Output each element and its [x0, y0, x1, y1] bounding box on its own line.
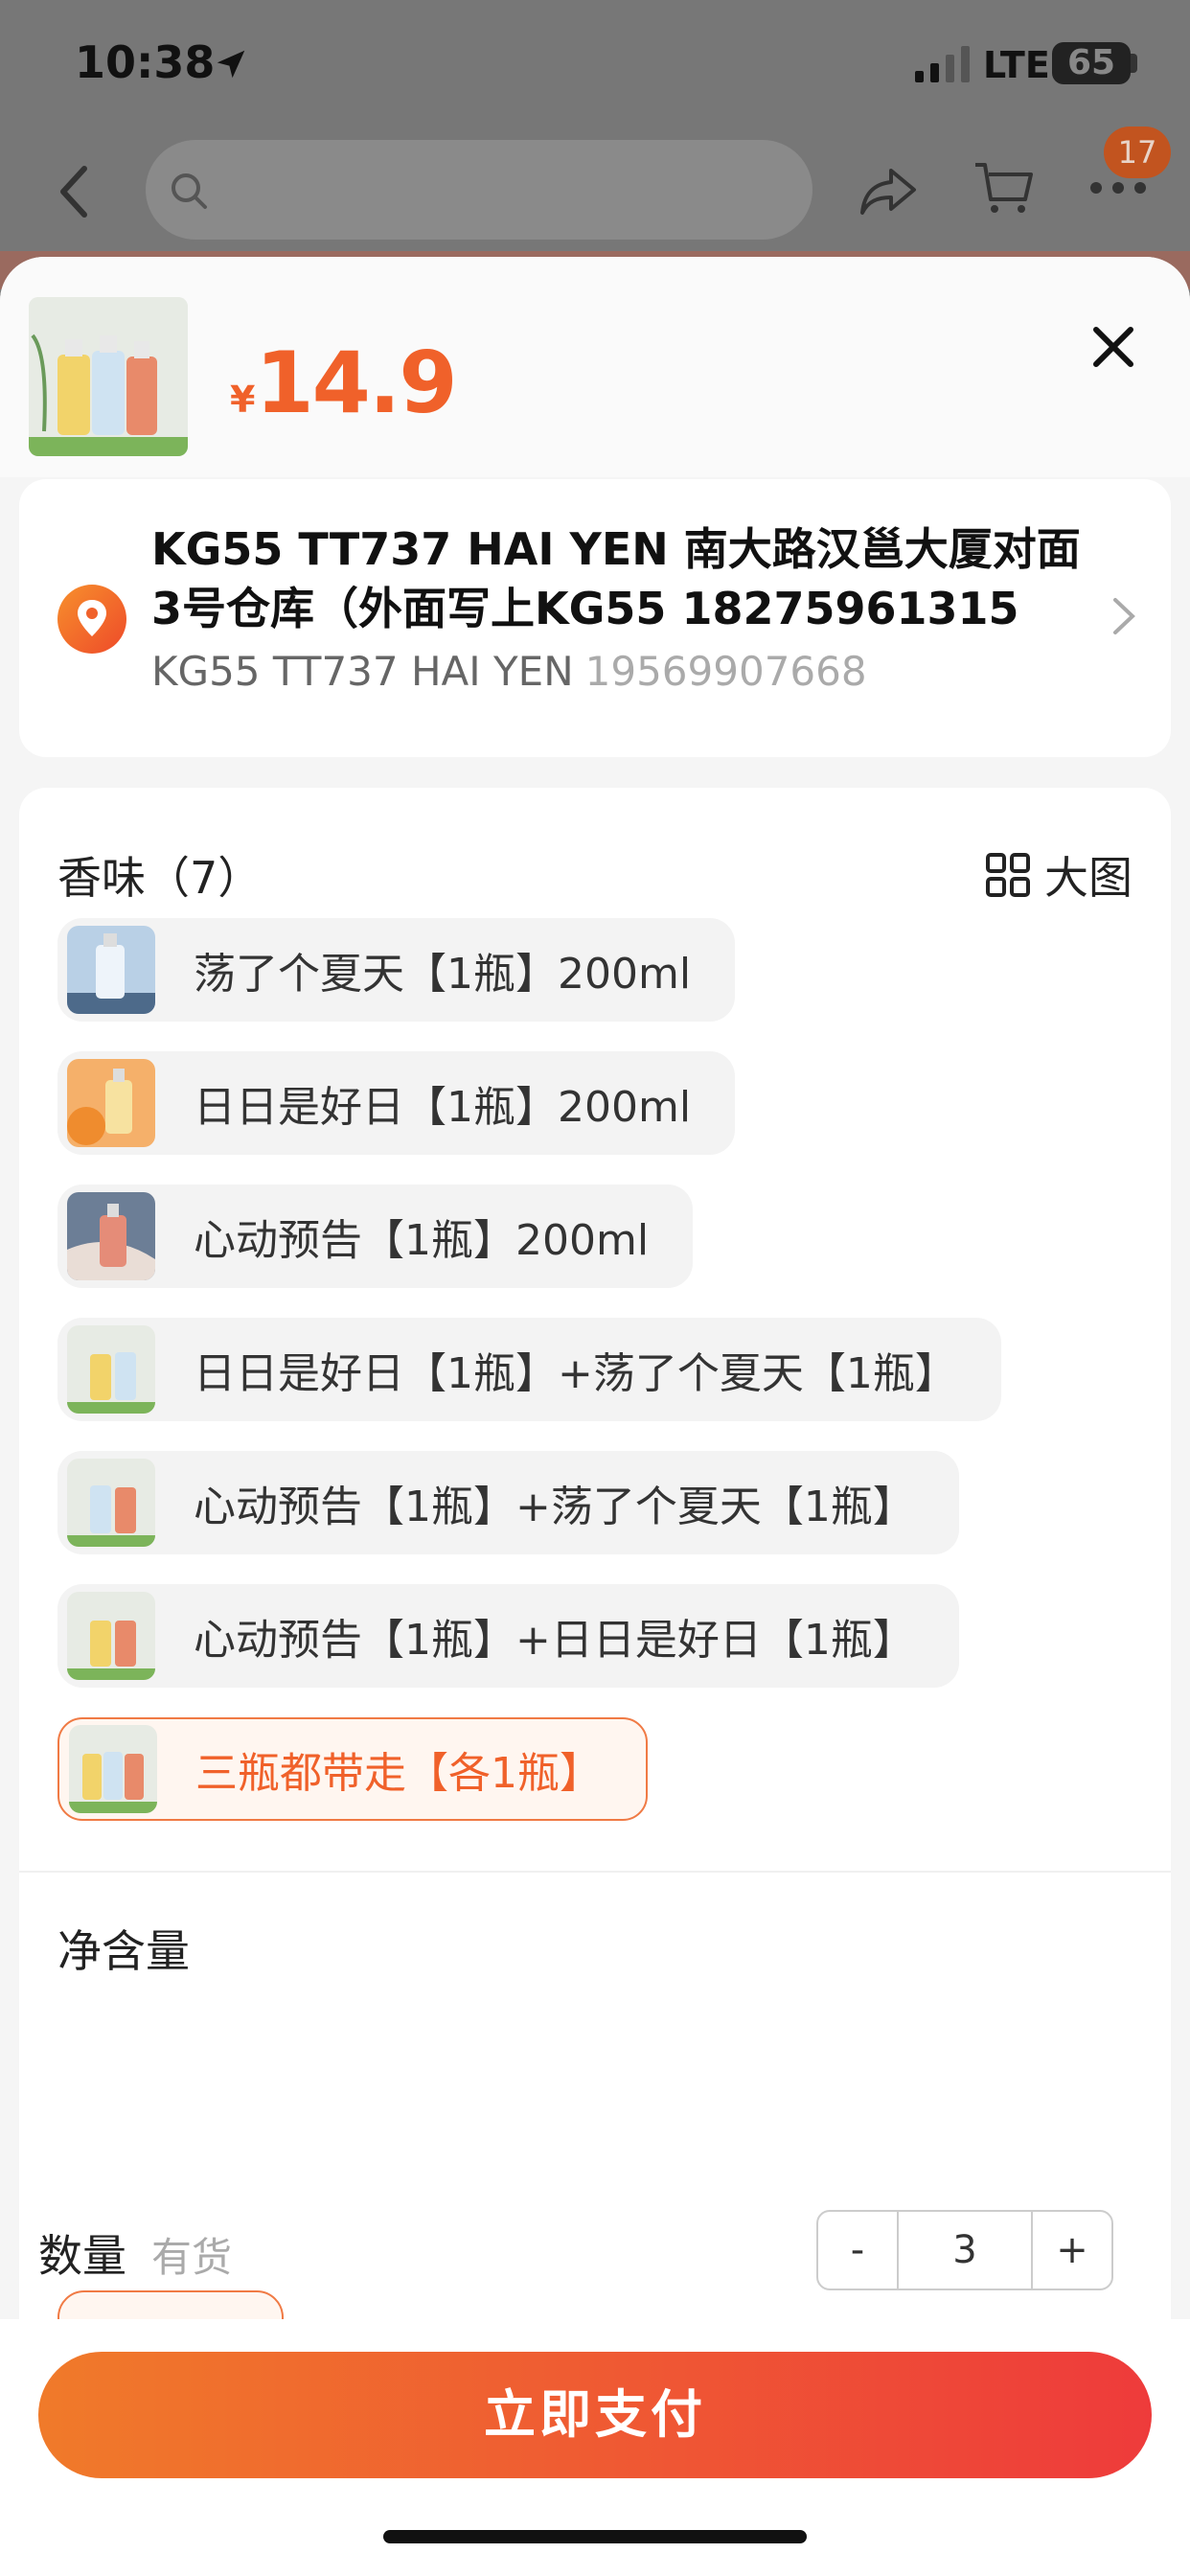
status-time: 10:38 [75, 36, 216, 88]
option-thumbnail [67, 1459, 155, 1547]
location-arrow-icon [217, 50, 245, 79]
battery-icon: 65 [1052, 42, 1131, 84]
more-icon[interactable] [1088, 178, 1148, 197]
decrement-button[interactable]: - [818, 2212, 897, 2288]
increment-button[interactable]: + [1033, 2212, 1111, 2288]
nav-bar: 17 [0, 126, 1190, 249]
chevron-right-icon [1113, 598, 1135, 634]
option-thumbnail [67, 1059, 155, 1147]
product-thumbnail[interactable] [29, 297, 188, 456]
scent-option-selected[interactable]: 三瓶都带走【各1瓶】 [57, 1717, 648, 1821]
sku-sheet: ¥14.9 KG55 TT737 HAI YEN 南大路汉邕大厦对面3号仓库（外… [0, 257, 1190, 2576]
option-label: 心动预告【1瓶】200ml [194, 1216, 650, 1265]
option-thumbnail [67, 1592, 155, 1680]
back-chevron-icon[interactable] [56, 163, 94, 220]
scent-option[interactable]: 心动预告【1瓶】+日日是好日【1瓶】 [57, 1584, 959, 1688]
share-icon[interactable] [857, 159, 920, 222]
option-label: 心动预告【1瓶】+荡了个夏天【1瓶】 [194, 1483, 915, 1531]
product-bottles-image [29, 297, 188, 456]
close-icon[interactable] [1090, 324, 1136, 370]
scent-option[interactable]: 日日是好日【1瓶】200ml [57, 1051, 736, 1155]
option-thumbnail [67, 1192, 155, 1280]
status-bar: 10:38 LTE 65 [0, 0, 1190, 129]
scent-option[interactable]: 日日是好日【1瓶】+荡了个夏天【1瓶】 [57, 1318, 1001, 1421]
volume-title: 净含量 [57, 1925, 190, 1977]
quantity-input[interactable]: 3 [897, 2212, 1033, 2288]
battery-tip [1131, 54, 1137, 73]
home-indicator [383, 2530, 807, 2543]
option-label: 日日是好日【1瓶】200ml [194, 1083, 692, 1132]
section-divider [19, 1871, 1171, 1873]
big-image-label: 大图 [1044, 852, 1133, 904]
cart-count-badge: 17 [1104, 126, 1171, 178]
signal-icon [915, 46, 970, 82]
big-image-button[interactable]: 大图 [985, 843, 1133, 907]
price-value: 14.9 [255, 334, 457, 432]
search-icon [172, 173, 207, 209]
price: ¥14.9 [230, 334, 458, 432]
recipient-phone: 19569907668 [584, 648, 867, 695]
recipient-name: KG55 TT737 HAI YEN [151, 648, 574, 695]
stock-status: 有货 [151, 2234, 233, 2281]
scent-option[interactable]: 心动预告【1瓶】200ml [57, 1184, 694, 1288]
option-label: 心动预告【1瓶】+日日是好日【1瓶】 [194, 1616, 915, 1665]
network-label: LTE [983, 44, 1050, 86]
scent-option[interactable]: 心动预告【1瓶】+荡了个夏天【1瓶】 [57, 1451, 959, 1554]
recipient-info: KG55 TT737 HAI YEN 19569907668 [151, 648, 867, 695]
location-pin-icon [57, 585, 126, 654]
scent-title: 香味（7） [57, 852, 263, 904]
address-text: KG55 TT737 HAI YEN 南大路汉邕大厦对面3号仓库（外面写上KG5… [151, 523, 1081, 634]
search-input[interactable] [146, 140, 812, 240]
option-thumbnail [69, 1725, 157, 1813]
option-thumbnail [67, 926, 155, 1014]
option-label: 荡了个夏天【1瓶】200ml [194, 950, 692, 999]
pay-now-button[interactable]: 立即支付 [38, 2352, 1152, 2478]
option-thumbnail [67, 1325, 155, 1414]
scent-option[interactable]: 荡了个夏天【1瓶】200ml [57, 918, 736, 1022]
price-currency: ¥ [230, 379, 256, 421]
cart-icon[interactable] [972, 155, 1035, 218]
grid-icon [986, 853, 1030, 897]
option-label: 日日是好日【1瓶】+荡了个夏天【1瓶】 [194, 1349, 957, 1398]
battery-level: 65 [1066, 43, 1116, 82]
spec-card: 香味（7） 大图 荡了个夏天【1瓶】200ml 日日是好日【1瓶】200ml 心… [19, 788, 1171, 2576]
option-label: 三瓶都带走【各1瓶】 [195, 1749, 602, 1798]
address-card[interactable]: KG55 TT737 HAI YEN 南大路汉邕大厦对面3号仓库（外面写上KG5… [19, 479, 1171, 757]
quantity-label: 数量 [38, 2230, 126, 2282]
sheet-header: ¥14.9 [0, 257, 1190, 477]
quantity-stepper: - 3 + [816, 2210, 1113, 2290]
